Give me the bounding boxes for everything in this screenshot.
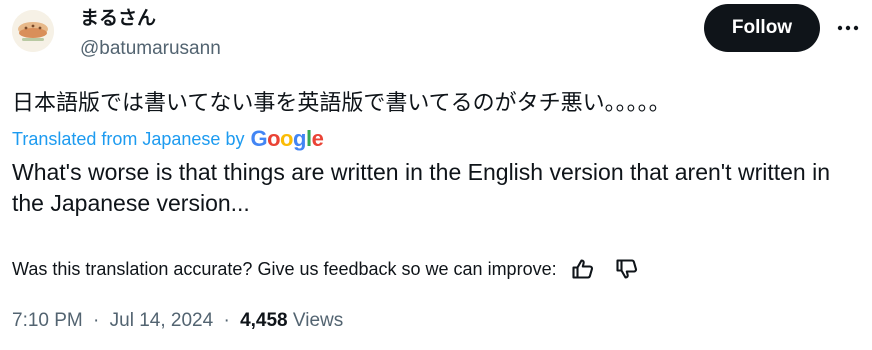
tweet-translated-text: What's worse is that things are written … — [12, 159, 830, 216]
tweet-meta: 7:10 PM · Jul 14, 2024 · 4,458 Views — [12, 308, 343, 334]
translation-attribution: Translated from Japanese by Google — [12, 126, 324, 151]
meta-separator: · — [93, 310, 100, 331]
thumbs-up-icon — [572, 259, 593, 279]
tweet-original-text: 日本語版では書いてない事を英語版で書いてるのがタチ悪い。。。。。 — [12, 91, 671, 116]
display-name[interactable]: まるさん — [80, 6, 156, 30]
translation-feedback: Was this translation accurate? Give us f… — [12, 256, 639, 282]
thumbs-up-button[interactable] — [571, 257, 595, 281]
views-label: Views — [292, 310, 344, 331]
more-horizontal-icon — [837, 25, 859, 31]
user-handle[interactable]: @batumarusann — [80, 37, 221, 61]
thumbs-down-icon — [616, 259, 637, 279]
avatar[interactable] — [12, 10, 54, 52]
meta-separator: · — [223, 310, 230, 331]
tweet-time[interactable]: 7:10 PM — [12, 310, 83, 331]
views-count[interactable]: 4,458 — [240, 310, 288, 331]
feedback-prompt: Was this translation accurate? Give us f… — [12, 258, 557, 279]
tweet-date[interactable]: Jul 14, 2024 — [110, 310, 214, 331]
follow-button[interactable]: Follow — [704, 4, 820, 52]
follow-button-label: Follow — [731, 17, 793, 38]
more-button[interactable] — [834, 14, 862, 42]
avatar-image — [12, 10, 54, 52]
google-logo: Google — [250, 126, 324, 151]
thumbs-down-button[interactable] — [615, 257, 639, 281]
translated-from-link[interactable]: Translated from Japanese by — [12, 129, 244, 150]
